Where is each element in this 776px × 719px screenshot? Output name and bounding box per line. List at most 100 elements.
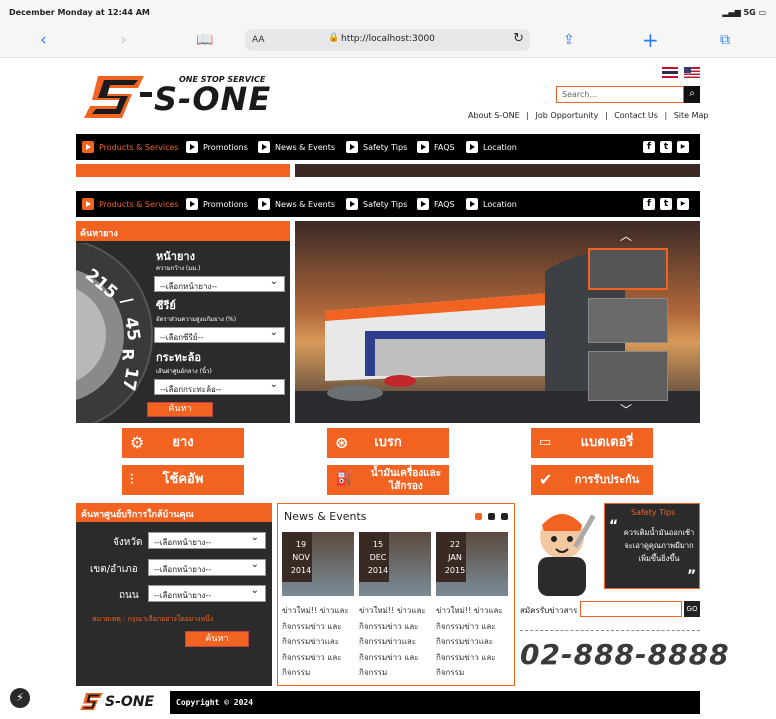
cat-brake[interactable]: ⊛ เบรก: [326, 427, 450, 459]
tyre-search-panel: ค้นหายาง 215 / 45 R 17 หน้ายาง ความกว้าง…: [76, 221, 290, 423]
link-jobs[interactable]: Job Opportunity: [536, 111, 599, 120]
divider: [520, 630, 700, 631]
subscribe-label: สมัครรับข่าวสาร: [520, 606, 578, 615]
bookmarks-icon[interactable]: 📖: [196, 30, 213, 50]
thumb-down-icon[interactable]: ﹀: [620, 401, 632, 418]
sticky-nav: Products & Services Promotions News & Ev…: [76, 191, 700, 217]
partial-panel-header: [76, 164, 290, 177]
back-icon[interactable]: ‹: [40, 30, 47, 50]
nav2-safety[interactable]: Safety Tips: [346, 198, 407, 210]
us-flag-icon[interactable]: [684, 63, 700, 78]
service-search-button[interactable]: ค้นหา: [185, 631, 249, 647]
news-title: News & Events: [284, 510, 367, 523]
forward-icon[interactable]: ›: [120, 30, 127, 50]
news-desc-1[interactable]: ข่าวใหม่!! ข่าวและกิจกรรมข่าว และกิจกรรม…: [282, 603, 356, 681]
logo-tagline: ONE STOP SERVICE: [179, 75, 266, 84]
copyright-text: Copyright © 2024: [176, 698, 254, 707]
nav2-products[interactable]: Products & Services: [82, 198, 179, 210]
news-dot-1[interactable]: [475, 513, 482, 520]
road-select[interactable]: --เลือกหน้ายาง--: [148, 585, 266, 602]
nav2-faqs[interactable]: FAQS: [417, 198, 455, 210]
news-desc-3[interactable]: ข่าวใหม่!! ข่าวและกิจกรรมข่าว และกิจกรรม…: [436, 603, 510, 681]
youtube-icon[interactable]: ▶: [677, 141, 689, 153]
cat-battery[interactable]: ▭ แบตเตอรี่: [530, 427, 654, 459]
share-icon[interactable]: ⇪: [563, 30, 575, 50]
tyre-mark-r: R: [118, 348, 138, 361]
series-select[interactable]: --เลือกซีรีย์--: [154, 327, 285, 343]
safety-text: ควรเติมน้ำมันออกเช้า จะเอาดูคุณภาพมีมากเ…: [623, 528, 695, 563]
lightning-icon[interactable]: ⚡: [10, 688, 30, 708]
cat-tyre[interactable]: ⚙ ยาง: [121, 427, 245, 459]
news-desc-2[interactable]: ข่าวใหม่!! ข่าวและกิจกรรมข่าว และกิจกรรม…: [359, 603, 433, 681]
news-card-3[interactable]: 22 JAN 2015: [436, 532, 508, 596]
nav-products[interactable]: Products & Services: [82, 141, 179, 153]
twitter-icon[interactable]: t: [660, 198, 672, 210]
url-text[interactable]: http://localhost:3000: [341, 34, 435, 44]
nav-safety[interactable]: Safety Tips: [346, 141, 407, 153]
hero-thumb-2[interactable]: [588, 298, 668, 343]
news-day: 15: [372, 540, 384, 549]
subscribe-button[interactable]: GO: [684, 601, 700, 617]
province-select[interactable]: --เลือกหน้ายาง--: [148, 532, 266, 549]
link-sitemap[interactable]: Site Map: [674, 111, 709, 120]
reload-icon[interactable]: ↻: [513, 31, 524, 46]
hero-thumb-1[interactable]: [588, 248, 668, 290]
lock-icon: 🔒: [328, 33, 340, 43]
tabs-icon[interactable]: ⧉: [720, 30, 730, 50]
nav2-location[interactable]: Location: [466, 198, 517, 210]
cat-warranty[interactable]: ✔การรับประกันสินค้า: [530, 464, 654, 516]
facebook-icon[interactable]: f: [643, 198, 655, 210]
hotline-number[interactable]: 02-888-8888: [520, 638, 730, 671]
cat-oil[interactable]: ⛽ น้ำมันเครื่องและไส้กรอง: [326, 464, 450, 496]
nav-location[interactable]: Location: [466, 141, 517, 153]
tyre-mark-series: 45: [119, 315, 144, 343]
rim-select[interactable]: --เลือกกระทะล้อ--: [154, 379, 285, 395]
search-icon[interactable]: ⌕: [684, 86, 700, 103]
hero-thumb-3[interactable]: [588, 351, 668, 401]
district-label: เขต/อำเภอ: [90, 564, 138, 575]
brake-icon: ⊛: [335, 433, 349, 452]
reader-aa[interactable]: AA: [252, 35, 265, 45]
tyre-search-header: ค้นหายาง: [76, 221, 290, 241]
facebook-icon[interactable]: f: [643, 141, 655, 153]
link-contact[interactable]: Contact Us: [614, 111, 658, 120]
tyre-search-button[interactable]: ค้นหา: [147, 402, 213, 417]
nav2-news[interactable]: News & Events: [258, 198, 335, 210]
status-signal: ▂▄▆ 5G ▭: [722, 8, 766, 17]
news-year: 2014: [290, 566, 312, 575]
tyre-mark-rim: 17: [117, 365, 142, 393]
address-bar[interactable]: AA 🔒 http://localhost:3000 ↻: [245, 29, 530, 51]
nav-promotions[interactable]: Promotions: [186, 141, 248, 153]
link-about[interactable]: About S-ONE: [468, 111, 520, 120]
news-dot-2[interactable]: [488, 513, 495, 520]
news-card-2[interactable]: 15 DEC 2014: [359, 532, 431, 596]
quote-open-icon: “: [609, 518, 619, 534]
service-search-panel: ค้นหาศูนย์บริการใกล้บ้านคุณ จังหวัด --เล…: [76, 503, 272, 686]
new-tab-icon[interactable]: +: [642, 30, 659, 50]
footer-bar: Copyright © 2024: [170, 691, 700, 714]
site-logo[interactable]: S-ONE ONE STOP SERVICE: [84, 72, 274, 122]
news-dot-3[interactable]: [501, 513, 508, 520]
service-note: หมายเหตุ : กรุณาเลือกอย่างใดอย่างหนึ่ง: [92, 615, 214, 623]
twitter-icon[interactable]: t: [660, 141, 672, 153]
youtube-icon[interactable]: ▶: [677, 198, 689, 210]
thai-flag-icon[interactable]: [662, 63, 678, 78]
rim-subtitle: เส้นผ่าศูนย์กลาง (นิ้ว): [156, 368, 212, 375]
thumb-up-icon[interactable]: ︿: [620, 227, 632, 244]
cat-shock[interactable]: ⫶ โช้คอัพ: [121, 464, 245, 496]
logo-wordmark: S-ONE: [154, 80, 272, 118]
top-links: About S-ONE | Job Opportunity | Contact …: [468, 111, 709, 120]
width-subtitle: ความกว้าง (มม.): [156, 265, 201, 272]
service-search-title: ค้นหาศูนย์บริการใกล้บ้านคุณ: [81, 510, 194, 520]
nav2-promotions[interactable]: Promotions: [186, 198, 248, 210]
district-select[interactable]: --เลือกหน้ายาง--: [148, 559, 266, 576]
nav-faqs[interactable]: FAQS: [417, 141, 455, 153]
checkmark-icon: ✔: [539, 470, 553, 489]
site-search-input[interactable]: Search...: [556, 86, 684, 103]
news-card-1[interactable]: 19 NOV 2014: [282, 532, 354, 596]
nav-news[interactable]: News & Events: [258, 141, 335, 153]
subscribe-input[interactable]: [580, 601, 682, 617]
footer-logo[interactable]: S-ONE: [80, 690, 160, 714]
rim-title: กระทะล้อ: [156, 351, 201, 364]
width-select[interactable]: --เลือกหน้ายาง--: [154, 276, 285, 292]
